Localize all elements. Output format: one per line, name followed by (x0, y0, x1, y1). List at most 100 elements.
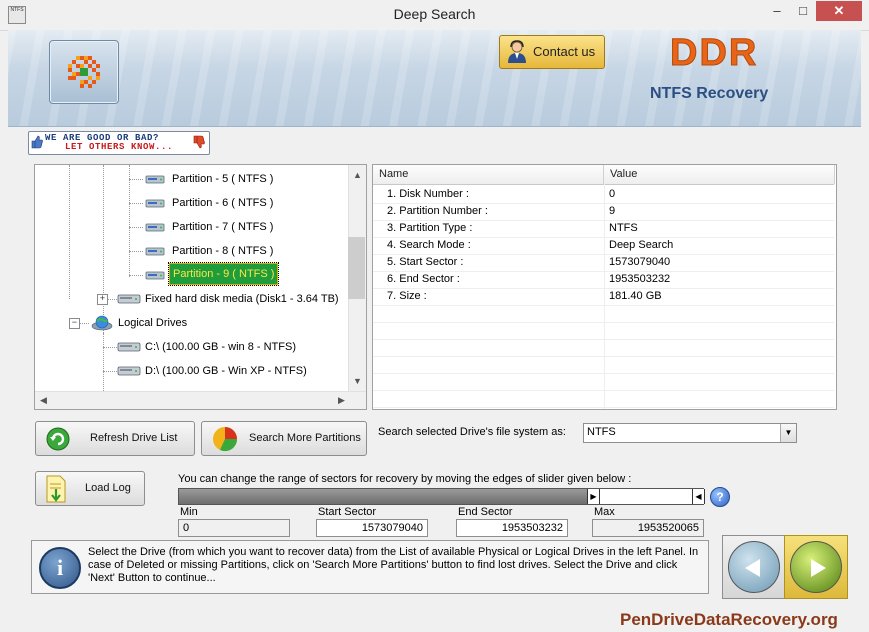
refresh-label: Refresh Drive List (90, 432, 178, 444)
property-value: 0 (609, 188, 616, 200)
table-row[interactable]: 4. Search Mode : Deep Search (373, 237, 834, 255)
tree-item-partition-7[interactable]: Partition - 7 ( NTFS ) (35, 217, 348, 237)
search-more-partitions-button[interactable]: Search More Partitions (201, 421, 367, 456)
column-header-name[interactable]: Name (373, 165, 604, 184)
tree-item-partition-9[interactable]: Partition - 9 ( NTFS ) (35, 262, 348, 286)
drive-tree-panel[interactable]: Partition - 5 ( NTFS ) Partition - 6 ( N… (34, 164, 367, 410)
support-agent-icon (508, 40, 526, 63)
filesystem-select[interactable]: NTFS ▼ (583, 423, 797, 443)
table-row[interactable]: 6. End Sector : 1953503232 (373, 271, 834, 289)
search-more-label: Search More Partitions (249, 432, 361, 444)
minimize-button[interactable]: – (764, 1, 790, 21)
back-arrow-icon (728, 541, 780, 593)
slider-selected-range (179, 489, 598, 504)
back-button[interactable] (722, 535, 786, 599)
property-value: 181.40 GB (609, 290, 662, 302)
title-bar: NTFS Deep Search – □ ✕ (0, 0, 869, 31)
slider-end-handle[interactable]: ◀ (692, 489, 705, 504)
tree-item-logical-drives[interactable]: − Logical Drives (35, 313, 348, 333)
properties-header: Name Value (373, 165, 835, 185)
end-sector-label: End Sector (458, 506, 513, 518)
table-row[interactable]: 5. Start Sector : 1573079040 (373, 254, 834, 272)
partition-drive-icon (145, 199, 165, 208)
brand-logo: DDR (669, 32, 759, 75)
feedback-button[interactable]: WE ARE GOOD OR BAD? LET OTHERS KNOW... (28, 131, 210, 155)
tree-item-drive-c[interactable]: C:\ (100.00 GB - win 8 - NTFS) (35, 337, 348, 357)
table-row[interactable]: 3. Partition Type : NTFS (373, 220, 834, 238)
load-log-button[interactable]: Load Log (35, 471, 145, 506)
collapse-icon[interactable]: − (69, 318, 80, 329)
property-value: Deep Search (609, 239, 674, 251)
tree-item-partition-8[interactable]: Partition - 8 ( NTFS ) (35, 241, 348, 261)
contact-us-button[interactable]: Contact us (499, 35, 605, 69)
info-icon: i (39, 547, 81, 589)
max-label: Max (594, 506, 615, 518)
property-name: 3. Partition Type : (387, 222, 473, 234)
table-row-empty (373, 322, 834, 340)
tree-item-label: C:\ (100.00 GB - win 8 - NTFS) (145, 341, 296, 353)
app-logo-icon (49, 40, 119, 104)
start-sector-field[interactable]: 1573079040 (316, 519, 428, 537)
close-button[interactable]: ✕ (816, 1, 862, 21)
scroll-right-icon[interactable]: ▶ (333, 392, 350, 409)
column-header-value[interactable]: Value (604, 165, 835, 184)
tree-item-drive-d[interactable]: D:\ (100.00 GB - Win XP - NTFS) (35, 361, 348, 381)
property-name: 4. Search Mode : (387, 239, 471, 251)
end-sector-field[interactable]: 1953503232 (456, 519, 568, 537)
maximize-button[interactable]: □ (790, 1, 816, 21)
scroll-up-icon[interactable]: ▲ (349, 167, 366, 184)
tree-item-label: Partition - 9 ( NTFS ) (167, 262, 280, 286)
min-field: 0 (178, 519, 290, 537)
table-row[interactable]: 1. Disk Number : 0 (373, 186, 834, 204)
table-row[interactable]: 2. Partition Number : 9 (373, 203, 834, 221)
instruction-text: Select the Drive (from which you want to… (88, 546, 699, 584)
tree-vertical-scroll-thumb[interactable] (348, 237, 365, 299)
property-name: 1. Disk Number : (387, 188, 469, 200)
start-sector-label: Start Sector (318, 506, 377, 518)
next-button[interactable] (784, 535, 848, 599)
tree-item-label: Logical Drives (118, 317, 188, 329)
drive-icon (117, 342, 141, 352)
scroll-left-icon[interactable]: ◀ (35, 392, 52, 409)
table-row-empty (373, 356, 834, 374)
instruction-box: i Select the Drive (from which you want … (31, 540, 709, 594)
property-name: 7. Size : (387, 290, 427, 302)
next-arrow-icon (790, 541, 842, 593)
tree-item-partition-5[interactable]: Partition - 5 ( NTFS ) (35, 169, 348, 189)
slider-start-handle[interactable]: ▶ (587, 489, 600, 504)
product-name: NTFS Recovery (650, 85, 769, 102)
scroll-down-icon[interactable]: ▼ (349, 373, 366, 390)
refresh-drive-list-button[interactable]: Refresh Drive List (35, 421, 195, 456)
tree-horizontal-scrollbar[interactable]: ◀ ▶ (35, 391, 366, 409)
tree-item-label: Partition - 6 ( NTFS ) (172, 197, 274, 209)
help-icon[interactable]: ? (710, 487, 730, 507)
property-name: 6. End Sector : (387, 273, 460, 285)
header-banner: Contact us DDR NTFS Recovery (8, 30, 861, 127)
range-instruction: You can change the range of sectors for … (178, 473, 632, 485)
max-field: 1953520065 (592, 519, 704, 537)
property-value: 1953503232 (609, 273, 671, 285)
tree-item-partition-6[interactable]: Partition - 6 ( NTFS ) (35, 193, 348, 213)
drive-icon (117, 366, 141, 376)
filesystem-selected-value: NTFS (587, 426, 616, 438)
tree-item-label: Partition - 7 ( NTFS ) (172, 221, 274, 233)
tree-item-label: Partition - 5 ( NTFS ) (172, 173, 274, 185)
property-value: NTFS (609, 222, 638, 234)
hard-disk-icon (117, 294, 141, 304)
contact-us-label: Contact us (533, 44, 596, 59)
feedback-line-2: LET OTHERS KNOW... (65, 142, 174, 152)
table-row-empty (373, 305, 834, 323)
tree-item-fixed-disk[interactable]: + Fixed hard disk media (Disk1 - 3.64 TB… (35, 289, 348, 309)
thumbs-up-icon (31, 135, 43, 149)
filesystem-label: Search selected Drive's file system as: (378, 426, 566, 438)
refresh-icon (46, 427, 70, 451)
table-row[interactable]: 7. Size : 181.40 GB (373, 288, 834, 306)
chevron-down-icon[interactable]: ▼ (780, 424, 796, 442)
partition-drive-icon (145, 223, 165, 232)
expand-icon[interactable]: + (97, 294, 108, 305)
window-title: Deep Search (393, 6, 476, 22)
property-value: 9 (609, 205, 616, 217)
partition-drive-icon (145, 247, 165, 256)
sector-range-slider[interactable]: ▶ ◀ (178, 488, 705, 505)
partition-properties-panel: Name Value 1. Disk Number : 0 2. Partitio… (372, 164, 837, 410)
